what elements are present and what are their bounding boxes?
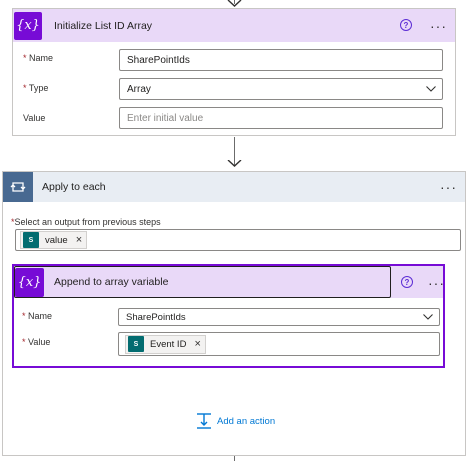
help-icon[interactable]: ? — [400, 19, 412, 31]
token-label: value — [45, 234, 68, 246]
type-label: * Type — [23, 83, 49, 93]
loop-icon — [3, 172, 33, 202]
apply-to-each-container: Apply to each ··· *Select an output from… — [2, 171, 466, 456]
value-label: Value — [23, 113, 46, 123]
sharepoint-icon: S — [23, 232, 39, 248]
sharepoint-icon: S — [128, 336, 144, 352]
select-output-label: *Select an output from previous steps — [11, 217, 161, 227]
token-label: Event ID — [150, 338, 187, 350]
name-select[interactable]: SharePointIds — [118, 308, 440, 326]
add-action-button[interactable]: Add an action — [196, 413, 275, 429]
help-icon[interactable]: ? — [401, 276, 413, 288]
value-input[interactable]: Enter initial value — [119, 107, 443, 129]
remove-token-icon[interactable]: × — [76, 234, 82, 246]
append-to-array-header[interactable]: {x} Append to array variable — [14, 266, 443, 298]
arrow-down-icon — [227, 160, 242, 167]
variable-icon: {x} — [14, 11, 42, 40]
select-output-input[interactable]: S value × — [15, 229, 461, 251]
more-options-icon[interactable]: ··· — [430, 19, 447, 33]
value-token[interactable]: S value × — [20, 231, 88, 249]
card-title: Initialize List ID Array — [54, 19, 153, 32]
name-label: * Name — [23, 53, 54, 63]
header-title-outline — [14, 266, 391, 298]
name-input[interactable]: SharePointIds — [119, 49, 443, 71]
value-label: * Value — [22, 337, 51, 347]
add-action-icon — [197, 413, 211, 429]
remove-token-icon[interactable]: × — [194, 338, 200, 350]
event-id-token[interactable]: S Event ID × — [125, 334, 206, 354]
append-to-array-card: {x} Append to array variable ? ··· * Nam… — [12, 264, 445, 368]
connector-bottom — [234, 456, 235, 461]
value-input[interactable]: S Event ID × — [118, 332, 440, 356]
initialize-variable-header[interactable]: {x} Initialize List ID Array — [13, 9, 455, 42]
chevron-down-icon — [423, 314, 433, 320]
apply-to-each-title: Apply to each — [42, 181, 106, 193]
more-options-icon[interactable]: ··· — [440, 180, 457, 194]
add-action-label: Add an action — [217, 415, 276, 427]
apply-to-each-header[interactable]: Apply to each — [3, 172, 465, 202]
initialize-variable-card: {x} Initialize List ID Array ? ··· * Nam… — [12, 8, 456, 136]
more-options-icon[interactable]: ··· — [428, 276, 445, 290]
name-label: * Name — [22, 311, 53, 321]
type-select[interactable]: Array — [119, 78, 443, 100]
arrow-down-icon — [227, 0, 242, 7]
chevron-down-icon — [426, 86, 436, 92]
